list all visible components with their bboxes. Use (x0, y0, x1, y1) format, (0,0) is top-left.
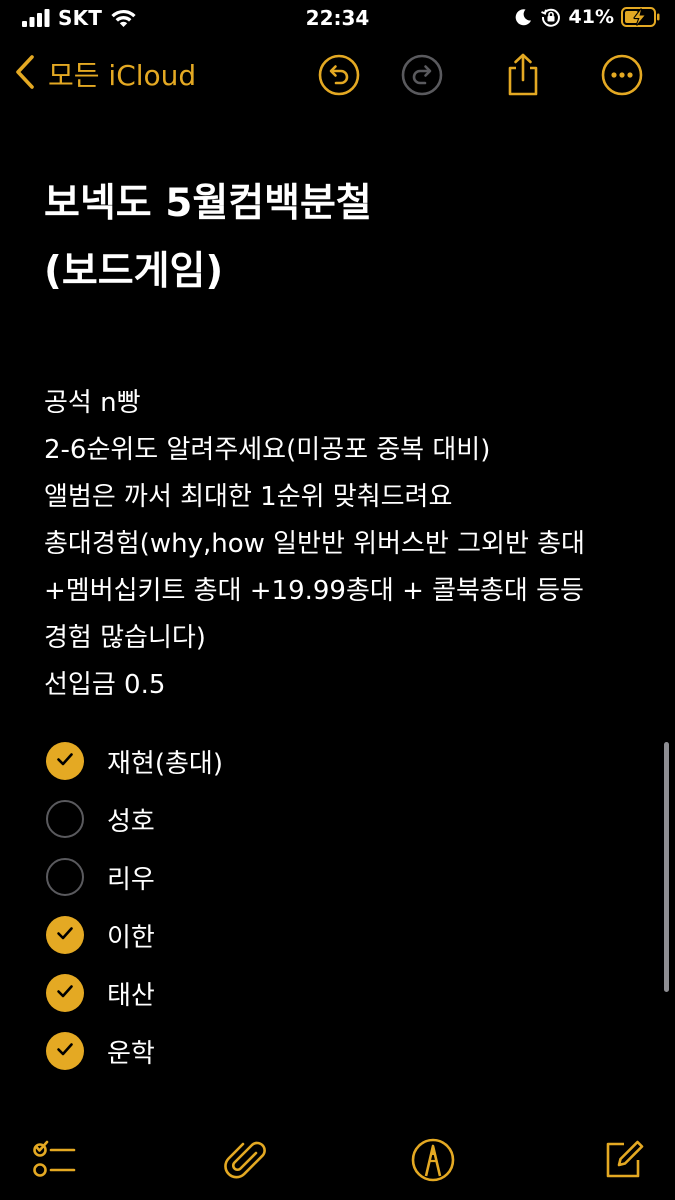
checklist-item: 태산 (46, 964, 223, 1022)
back-label: 모든 iCloud (48, 59, 197, 92)
more-icon (600, 53, 644, 101)
note-body-line: 경험 많습니다) (44, 623, 206, 653)
note-body-line: 공석 n빵 (44, 388, 141, 418)
note-title-line: 보넥도 5월컴백분철 (44, 181, 372, 226)
moon-icon (513, 7, 533, 27)
note-title-line: (보드게임) (44, 249, 224, 294)
note-body-line: 앨범은 까서 최대한 1순위 맞춰드려요 (44, 482, 453, 512)
checkbox-checked[interactable] (46, 742, 84, 780)
markup-pen-icon (409, 1136, 457, 1188)
checklist-button[interactable] (30, 1138, 78, 1186)
attachment-button[interactable] (222, 1138, 270, 1186)
undo-icon (317, 53, 361, 101)
checklist-item: 성호 (46, 790, 223, 848)
markup-button[interactable] (409, 1138, 457, 1186)
checkmark-icon (54, 980, 76, 1006)
checklist-item: 이한 (46, 906, 223, 964)
redo-button[interactable] (400, 53, 444, 101)
checklist-label[interactable]: 이한 (107, 917, 155, 954)
redo-icon (400, 53, 444, 101)
checklist-label[interactable]: 운학 (107, 1033, 155, 1070)
note-body-line: 선입금 0.5 (44, 670, 166, 700)
checklist-label[interactable]: 성호 (107, 801, 155, 838)
status-bar: SKT 22:34 41% (0, 0, 675, 38)
checklist: 재현(총대) 성호 리우 이한 태산 운학 (46, 732, 223, 1080)
nav-bar: 모든 iCloud (0, 44, 675, 110)
undo-button[interactable] (317, 53, 361, 101)
compose-icon (600, 1136, 648, 1188)
battery-charging-icon (621, 6, 661, 28)
note-body-line: 2-6순위도 알려주세요(미공포 중복 대비) (44, 435, 491, 465)
bottom-toolbar (0, 1132, 675, 1188)
chevron-left-icon (14, 54, 36, 94)
more-button[interactable] (600, 53, 644, 101)
checkmark-icon (54, 748, 76, 774)
checkbox-checked[interactable] (46, 1032, 84, 1070)
orientation-lock-icon (540, 6, 562, 28)
checklist-item: 리우 (46, 848, 223, 906)
checklist-item: 운학 (46, 1022, 223, 1080)
share-icon (503, 52, 543, 102)
checklist-item: 재현(총대) (46, 732, 223, 790)
note-title: 보넥도 5월컴백분철 (보드게임) (44, 170, 644, 306)
checklist-label[interactable]: 재현(총대) (107, 743, 223, 780)
note-body-line: 총대경험(why,how 일반반 위버스반 그외반 총대 (44, 529, 585, 559)
scroll-indicator[interactable] (664, 742, 669, 992)
checkmark-icon (54, 1038, 76, 1064)
paperclip-icon (222, 1136, 270, 1188)
back-button[interactable]: 모든 iCloud (14, 54, 196, 94)
status-right: 41% (513, 6, 661, 28)
battery-percent: 41% (568, 6, 614, 28)
checkbox-checked[interactable] (46, 974, 84, 1012)
checkbox-unchecked[interactable] (46, 858, 84, 896)
note-body: 공석 n빵 2-6순위도 알려주세요(미공포 중복 대비) 앨범은 까서 최대한… (44, 380, 644, 709)
share-button[interactable] (501, 52, 545, 102)
checkbox-unchecked[interactable] (46, 800, 84, 838)
compose-button[interactable] (600, 1138, 648, 1186)
checkmark-icon (54, 922, 76, 948)
checklist-label[interactable]: 리우 (107, 859, 155, 896)
checklist-label[interactable]: 태산 (107, 975, 155, 1012)
checkbox-checked[interactable] (46, 916, 84, 954)
note-content[interactable]: 보넥도 5월컴백분철 (보드게임) 공석 n빵 2-6순위도 알려주세요(미공포… (44, 170, 644, 709)
checklist-icon (30, 1136, 78, 1188)
note-body-line: +멤버십키트 총대 +19.99총대 + 콜북총대 등등 (44, 576, 584, 606)
